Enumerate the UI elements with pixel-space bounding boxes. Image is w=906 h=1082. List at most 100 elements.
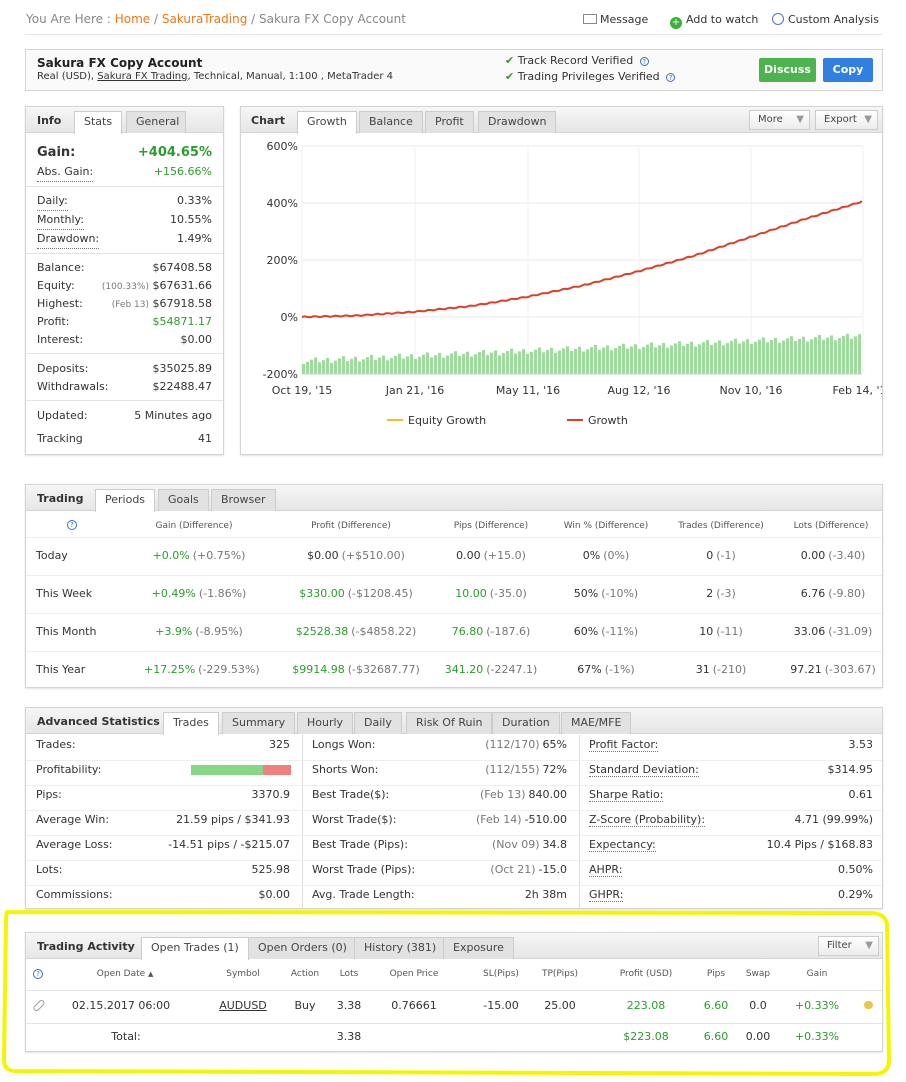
stat-label[interactable]: GHPR: xyxy=(589,888,624,902)
copy-button[interactable]: Copy xyxy=(823,58,873,82)
help-icon[interactable]: ? xyxy=(639,57,649,66)
period-cell-win: 67% (-1%) xyxy=(551,663,661,676)
legend-label[interactable]: Growth xyxy=(588,414,628,427)
stat-label[interactable]: Z-Score (Probability): xyxy=(589,813,706,827)
activity-bar xyxy=(306,361,309,374)
stat-label[interactable]: AHPR: xyxy=(589,863,623,877)
filter-dropdown[interactable]: Filter ▼ xyxy=(818,936,879,956)
discuss-button[interactable]: Discuss xyxy=(759,58,816,82)
tab-growth[interactable]: Growth xyxy=(297,111,357,134)
tab-profit[interactable]: Profit xyxy=(425,111,474,133)
activity-bar xyxy=(538,347,541,374)
tab-goals[interactable]: Goals xyxy=(158,489,209,511)
tab-duration[interactable]: Duration xyxy=(492,712,560,734)
period-diff-win: (-10%) xyxy=(601,587,639,600)
activity-column-header[interactable]: Open Price xyxy=(379,969,449,979)
activity-bar xyxy=(482,349,485,374)
tab-browser[interactable]: Browser xyxy=(211,489,276,511)
period-value-pips: 0.00 xyxy=(456,549,481,562)
paperclip-icon[interactable] xyxy=(32,998,46,1013)
period-value-profit: $330.00 xyxy=(299,587,345,600)
stat-label[interactable]: Sharpe Ratio: xyxy=(589,788,664,802)
stat-note: (Feb 14) xyxy=(475,813,522,826)
tab-daily[interactable]: Daily xyxy=(354,712,402,734)
stat-value: -15.0 xyxy=(538,863,567,876)
period-diff-profit: (+$510.00) xyxy=(341,549,405,562)
activity-panel-title: Trading Activity xyxy=(37,940,135,953)
tab-exposure[interactable]: Exposure xyxy=(443,937,514,959)
period-value-profit: $2528.38 xyxy=(295,625,349,638)
period-label: This Year xyxy=(36,663,86,676)
advanced-statistics-panel: Advanced Statistics Trades Summary Hourl… xyxy=(25,707,883,909)
message-button[interactable]: Message xyxy=(583,13,648,26)
trade-gain: +0.33% xyxy=(794,999,840,1012)
highest-row: Highest: (Feb 13) $67918.58 xyxy=(26,294,223,313)
more-dropdown[interactable]: More ▼ xyxy=(749,110,810,130)
period-value-pips: 10.00 xyxy=(455,587,487,600)
tab-general[interactable]: General xyxy=(126,111,186,133)
activity-column-header[interactable]: Gain xyxy=(792,969,842,979)
help-icon[interactable]: ? xyxy=(67,520,77,530)
tab-trades[interactable]: Trades xyxy=(163,712,219,735)
balance-label: Balance: xyxy=(37,261,85,274)
add-to-watch-button[interactable]: + Add to watch xyxy=(670,13,758,29)
period-cell-gain: +0.49% (-1.86%) xyxy=(144,587,254,600)
stat-label: Best Trade (Pips): xyxy=(312,838,408,851)
period-value-pips: 76.80 xyxy=(451,625,484,638)
tab-open-trades[interactable]: Open Trades (1) xyxy=(141,937,249,960)
abs-gain-row: Abs. Gain: +156.66% xyxy=(26,162,223,182)
balance-row: Balance: $67408.58 xyxy=(26,258,223,277)
breadcrumb-home[interactable]: Home xyxy=(115,12,150,26)
interest-value: $0.00 xyxy=(180,333,213,346)
help-icon[interactable]: ? xyxy=(33,969,43,979)
activity-bar xyxy=(666,347,669,374)
tab-mae-mfe[interactable]: MAE/MFE xyxy=(561,712,632,734)
monthly-label[interactable]: Monthly: xyxy=(37,210,84,230)
activity-column-header[interactable]: SL(Pips) xyxy=(471,969,531,979)
total-profit: $223.08 xyxy=(623,1030,669,1043)
activity-column-header[interactable]: Pips xyxy=(696,969,736,979)
daily-label[interactable]: Daily: xyxy=(37,191,68,211)
activity-bar xyxy=(722,345,725,374)
trade-symbol[interactable]: AUDUSD xyxy=(213,999,273,1012)
stat-label[interactable]: Expectancy: xyxy=(589,838,656,852)
drawdown-label[interactable]: Drawdown: xyxy=(37,229,100,249)
tab-open-orders[interactable]: Open Orders (0) xyxy=(248,937,357,959)
help-icon[interactable]: ? xyxy=(666,73,676,82)
activity-column-header[interactable]: Swap xyxy=(738,969,778,979)
profit-row: Profit: $54871.17 xyxy=(26,312,223,331)
tab-summary[interactable]: Summary xyxy=(222,712,296,734)
activity-column-header[interactable]: Symbol xyxy=(213,969,273,979)
activity-bar xyxy=(830,335,833,374)
activity-bar xyxy=(710,344,713,374)
check-icon: ✔ xyxy=(505,54,515,67)
tab-hourly[interactable]: Hourly xyxy=(297,712,354,734)
comment-icon[interactable] xyxy=(864,1001,873,1009)
trade-sl: -15.00 xyxy=(483,999,519,1012)
stat-label[interactable]: Standard Deviation: xyxy=(589,763,699,777)
tab-balance[interactable]: Balance xyxy=(359,111,423,133)
gain-row: Gain: +404.65% xyxy=(26,143,223,163)
sort-ascending-icon[interactable]: ▲ xyxy=(148,970,153,978)
broker-link[interactable]: Sakura FX Trading xyxy=(97,71,187,82)
tab-risk-of-ruin[interactable]: Risk Of Ruin xyxy=(406,712,493,734)
abs-gain-label[interactable]: Abs. Gain: xyxy=(37,162,94,182)
activity-column-header[interactable]: TP(Pips) xyxy=(530,969,590,979)
activity-column-header[interactable]: Action xyxy=(280,969,330,979)
activity-column-header[interactable]: Profit (USD) xyxy=(606,969,686,979)
period-value-trades: 10 xyxy=(699,625,714,638)
breadcrumb-user[interactable]: SakuraTrading xyxy=(162,12,247,26)
activity-bar xyxy=(390,358,393,374)
tab-history[interactable]: History (381) xyxy=(354,937,447,959)
legend-label[interactable]: Equity Growth xyxy=(408,414,486,427)
stat-label[interactable]: Profit Factor: xyxy=(589,738,659,752)
activity-column-header[interactable]: Open Date xyxy=(66,969,176,979)
export-dropdown[interactable]: Export ▼ xyxy=(815,110,878,130)
total-pips: 6.60 xyxy=(703,1030,729,1043)
tab-stats[interactable]: Stats xyxy=(74,111,123,134)
custom-analysis-button[interactable]: Custom Analysis xyxy=(772,13,879,26)
activity-bar xyxy=(606,345,609,374)
tab-periods[interactable]: Periods xyxy=(95,489,156,512)
activity-column-header[interactable]: Lots xyxy=(329,969,369,979)
tab-drawdown[interactable]: Drawdown xyxy=(478,111,557,133)
